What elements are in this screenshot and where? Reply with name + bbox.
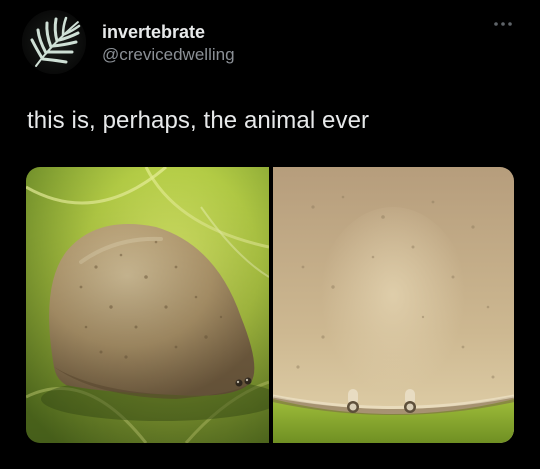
avatar[interactable] <box>22 10 86 74</box>
author-display-name[interactable]: invertebrate <box>102 22 205 43</box>
fern-leaf-icon <box>22 10 86 74</box>
tweet-text: this is, perhaps, the animal ever <box>27 107 370 134</box>
photo-slug-front-view[interactable] <box>273 167 514 443</box>
author-handle[interactable]: @crevicedwelling <box>102 45 235 65</box>
tweet-media[interactable] <box>26 167 514 443</box>
more-options-button[interactable] <box>488 14 522 34</box>
photo-slug-side-view[interactable] <box>26 167 269 443</box>
more-dots-icon <box>494 22 512 26</box>
